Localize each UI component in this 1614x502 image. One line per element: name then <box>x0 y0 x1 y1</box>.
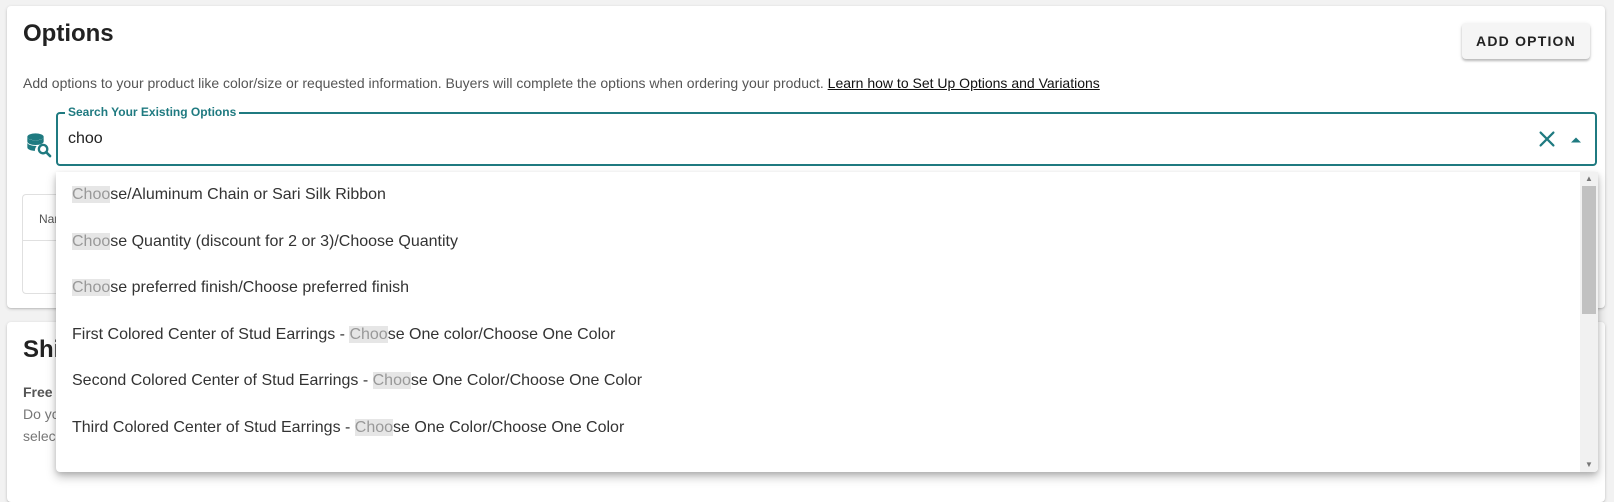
database-search-icon <box>27 133 52 158</box>
match-highlight: Choo <box>372 372 411 389</box>
dropdown-option[interactable]: First Colored Center of Stud Earrings - … <box>56 312 1580 359</box>
options-dropdown: Choose/Aluminum Chain or Sari Silk Ribbo… <box>56 172 1598 472</box>
option-label: Second Colored Center of Stud Earrings -… <box>72 372 643 389</box>
shipping-select-text: selec <box>23 428 56 444</box>
scroll-up-arrow-icon[interactable]: ▲ <box>1580 172 1598 186</box>
dropdown-option[interactable]: Third Colored Center of Stud Earrings - … <box>56 405 1580 452</box>
options-description: Add options to your product like color/s… <box>23 75 1100 91</box>
match-highlight: Choo <box>72 186 111 203</box>
option-label: Choose/Aluminum Chain or Sari Silk Ribbo… <box>72 186 386 203</box>
learn-options-link[interactable]: Learn how to Set Up Options and Variatio… <box>828 75 1100 91</box>
dropdown-option[interactable]: Choose preferred finish/Choose preferred… <box>56 265 1580 312</box>
dropdown-option[interactable]: Choose Quantity (discount for 2 or 3)/Ch… <box>56 219 1580 266</box>
option-label: Choose preferred finish/Choose preferred… <box>72 279 410 296</box>
dropdown-option[interactable]: Second Colored Center of Stud Earrings -… <box>56 358 1580 405</box>
option-label: Choose Quantity (discount for 2 or 3)/Ch… <box>72 233 458 250</box>
shipping-title: Shi <box>23 336 61 363</box>
match-highlight: Choo <box>349 326 388 343</box>
option-label: Third Colored Center of Stud Earrings - … <box>72 419 625 436</box>
options-title: Options <box>23 20 114 47</box>
option-label: First Colored Center of Stud Earrings - … <box>72 326 616 343</box>
search-input[interactable] <box>68 126 1448 152</box>
add-option-button[interactable]: ADD OPTION <box>1462 23 1590 59</box>
close-icon[interactable] <box>1536 128 1558 150</box>
scrollbar-thumb[interactable] <box>1582 186 1596 314</box>
match-highlight: Choo <box>72 233 111 250</box>
dropdown-scrollbar[interactable]: ▲ ▼ <box>1580 172 1598 472</box>
description-text: Add options to your product like color/s… <box>23 75 824 91</box>
match-highlight: Choo <box>72 279 111 296</box>
scroll-down-arrow-icon[interactable]: ▼ <box>1580 458 1598 472</box>
search-field-label: Search Your Existing Options <box>65 105 240 119</box>
match-highlight: Choo <box>354 419 394 436</box>
options-list: Choose/Aluminum Chain or Sari Silk Ribbo… <box>56 172 1580 472</box>
shipping-question-text: Do yc <box>23 406 59 422</box>
dropdown-option[interactable]: Choose/Aluminum Chain or Sari Silk Ribbo… <box>56 172 1580 219</box>
shipping-free-label: Free <box>23 384 53 400</box>
search-existing-options-field[interactable]: Search Your Existing Options <box>56 105 1597 166</box>
caret-up-icon[interactable] <box>1566 130 1586 150</box>
